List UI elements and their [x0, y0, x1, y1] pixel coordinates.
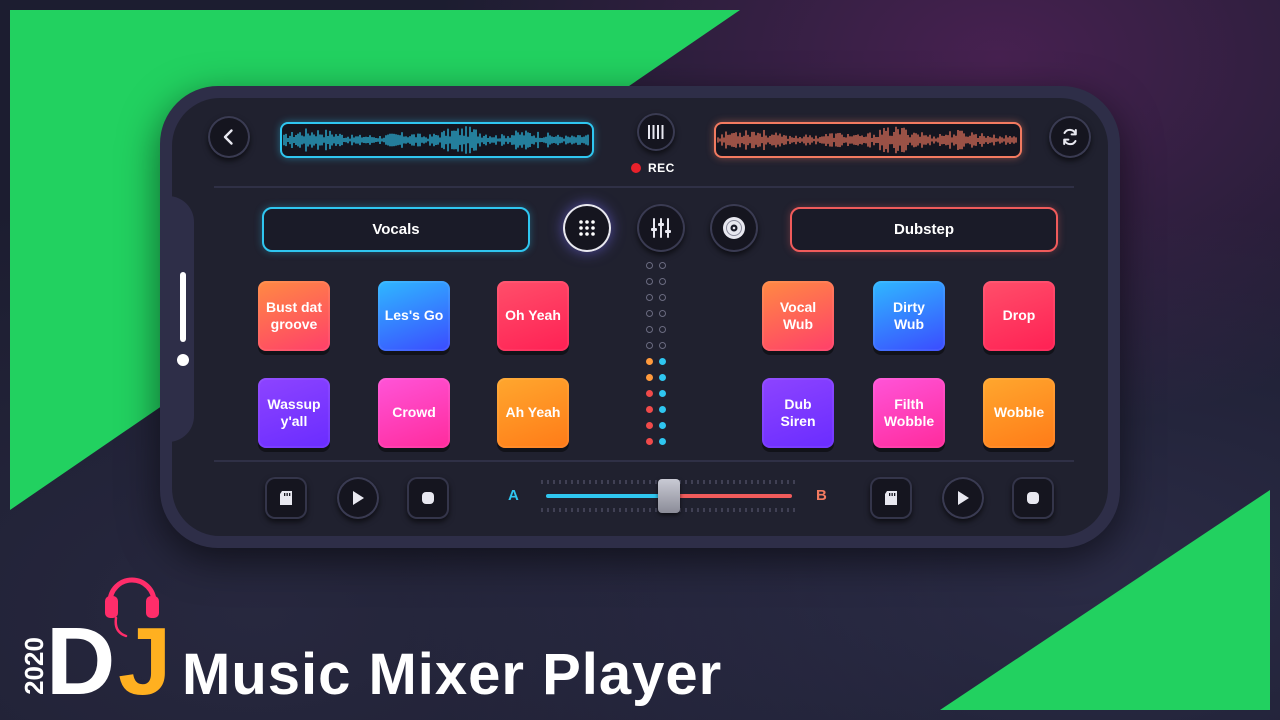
meter-dot: [646, 262, 653, 269]
pad-a-1[interactable]: Bust dat groove: [258, 281, 330, 351]
pad-b-3[interactable]: Drop: [983, 281, 1055, 351]
crossfader-track-a: [546, 494, 669, 498]
equalizer-bars-icon: [648, 125, 664, 139]
pads-mode-button[interactable]: [563, 204, 611, 252]
meter-dot: [659, 294, 666, 301]
deck-a-track-name[interactable]: Vocals: [262, 207, 530, 252]
back-button[interactable]: [208, 116, 250, 158]
meter-dot: [646, 422, 653, 429]
meter-dot: [646, 294, 653, 301]
sd-card-icon: [885, 491, 897, 505]
side-volume-slider[interactable]: [180, 272, 186, 342]
play-icon: [958, 491, 969, 505]
deck-b-waveform[interactable]: [714, 122, 1022, 158]
meter-dot: [646, 374, 653, 381]
meter-dot: [659, 422, 666, 429]
meter-dot: [646, 358, 653, 365]
deck-b-track-name[interactable]: Dubstep: [790, 207, 1058, 252]
deck-a-waveform-graphic: [283, 126, 589, 154]
meter-dot: [659, 278, 666, 285]
meter-dot: [646, 438, 653, 445]
crossfader-label-b: B: [816, 487, 827, 504]
pad-b-4[interactable]: Dub Siren: [762, 378, 834, 448]
record-label: REC: [648, 161, 675, 175]
meter-dot: [659, 374, 666, 381]
meter-dot: [659, 342, 666, 349]
pad-a-4[interactable]: Wassup y'all: [258, 378, 330, 448]
meter-dot: [659, 406, 666, 413]
deck-b-sampler-button[interactable]: [870, 477, 912, 519]
level-meter: [646, 262, 676, 452]
record-indicator[interactable]: REC: [631, 161, 675, 175]
pad-b-1[interactable]: Vocal Wub: [762, 281, 834, 351]
meter-dot: [659, 390, 666, 397]
pad-a-5[interactable]: Crowd: [378, 378, 450, 448]
meter-dot: [646, 278, 653, 285]
meter-dot: [646, 342, 653, 349]
phone-notch: [160, 196, 194, 442]
sd-card-icon: [280, 491, 292, 505]
deck-b-play-button[interactable]: [942, 477, 984, 519]
meter-dot: [659, 310, 666, 317]
meter-dot: [646, 390, 653, 397]
deck-b-stop-button[interactable]: [1012, 477, 1054, 519]
pad-a-6[interactable]: Ah Yeah: [497, 378, 569, 448]
meter-dot: [659, 262, 666, 269]
bottom-divider: [214, 460, 1074, 462]
sync-icon: [1063, 128, 1077, 146]
pad-b-6[interactable]: Wobble: [983, 378, 1055, 448]
pad-a-2[interactable]: Les's Go: [378, 281, 450, 351]
meter-dot: [646, 326, 653, 333]
mixer-sliders-icon: [651, 218, 671, 238]
deck-a-track-label: Vocals: [372, 221, 420, 238]
mixer-mode-button[interactable]: [637, 204, 685, 252]
deck-a-sampler-button[interactable]: [265, 477, 307, 519]
crossfader-track-b: [669, 494, 792, 498]
deck-a-waveform[interactable]: [280, 122, 594, 158]
stop-icon: [1027, 492, 1039, 504]
deck-a-stop-button[interactable]: [407, 477, 449, 519]
record-dot: [631, 163, 641, 173]
deck-a-play-button[interactable]: [337, 477, 379, 519]
turntable-mode-button[interactable]: [710, 204, 758, 252]
stop-icon: [422, 492, 434, 504]
meter-dot: [659, 358, 666, 365]
pad-grid-icon: [579, 220, 595, 236]
chevron-left-icon: [223, 129, 233, 145]
disc-icon: [723, 217, 745, 239]
meter-dot: [646, 310, 653, 317]
play-icon: [353, 491, 364, 505]
pad-a-3[interactable]: Oh Yeah: [497, 281, 569, 351]
headphones-icon: [105, 577, 159, 638]
pad-b-2[interactable]: Dirty Wub: [873, 281, 945, 351]
deck-b-track-label: Dubstep: [894, 221, 954, 238]
meter-dot: [659, 438, 666, 445]
crossfader-knob[interactable]: [658, 479, 680, 513]
top-divider: [214, 186, 1074, 188]
crossfader[interactable]: [538, 474, 800, 518]
crossfader-label-a: A: [508, 487, 519, 504]
meter-dot: [646, 406, 653, 413]
pad-b-5[interactable]: Filth Wobble: [873, 378, 945, 448]
meter-dot: [659, 326, 666, 333]
equalizer-button[interactable]: [637, 113, 675, 151]
deck-b-waveform-graphic: [717, 126, 1017, 154]
side-volume-knob[interactable]: [177, 354, 189, 366]
sync-button[interactable]: [1049, 116, 1091, 158]
app-title: Music Mixer Player: [182, 642, 723, 707]
